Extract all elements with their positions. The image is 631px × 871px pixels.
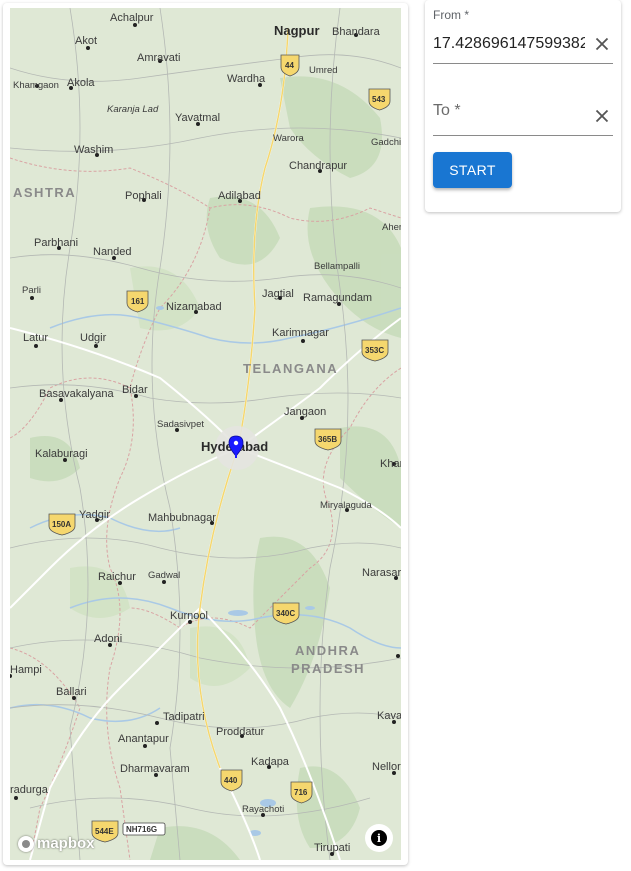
to-field-label: To * <box>433 102 461 119</box>
city-label: Ramagundam <box>303 292 372 304</box>
city-label: Narasar <box>362 567 401 579</box>
city-label: Aher <box>382 222 401 233</box>
city-label: Anantapur <box>118 733 169 745</box>
region-label-telangana: TELANGANA <box>243 361 338 376</box>
mapbox-logo[interactable]: mapbox <box>18 835 95 852</box>
city-label: Tirupati <box>314 842 350 854</box>
city-label: Jagtial <box>262 288 294 300</box>
region-label-andhra: ANDHRA <box>295 643 360 658</box>
from-field-label: From * <box>433 8 469 22</box>
city-label: Karimnagar <box>272 327 329 339</box>
city-label: Khamgaon <box>13 80 59 91</box>
city-label: Karanja Lad <box>107 104 159 115</box>
city-label: Nizamabad <box>166 301 222 313</box>
highway-shield: 161 <box>126 290 149 313</box>
highway-shield: 353C <box>361 339 389 362</box>
mapbox-logo-icon <box>18 835 34 852</box>
svg-text:161: 161 <box>131 297 145 306</box>
svg-text:543: 543 <box>372 95 386 104</box>
city-label: Warora <box>273 133 305 144</box>
mapbox-logo-text: mapbox <box>37 835 95 852</box>
region-label-ashtra: ASHTRA <box>13 185 76 200</box>
city-label: Nagpur <box>274 23 320 38</box>
city-label: Achalpur <box>110 12 154 24</box>
city-label: Ballari <box>56 686 87 698</box>
city-label: Kadapa <box>251 756 290 768</box>
svg-text:365B: 365B <box>318 435 337 444</box>
region-label-pradesh: PRADESH <box>291 661 365 676</box>
from-input[interactable] <box>433 32 585 56</box>
city-label: Kurnool <box>170 610 208 622</box>
city-label: Washim <box>74 144 113 156</box>
city-label: Bidar <box>122 384 148 396</box>
city-label: Bhandara <box>332 26 381 38</box>
city-label: Khan <box>380 458 401 470</box>
svg-text:44: 44 <box>285 61 294 70</box>
city-label: Chandrapur <box>289 160 347 172</box>
city-label: radurga <box>10 784 49 796</box>
city-label: Yadgir <box>79 509 110 521</box>
city-label: Jangaon <box>284 406 326 418</box>
city-label: Amravati <box>137 52 180 64</box>
city-label: Rayachoti <box>242 804 284 815</box>
city-label: Umred <box>309 65 338 76</box>
from-field[interactable]: From * <box>433 0 613 64</box>
highway-shield: 340C <box>272 602 300 625</box>
highway-shield: 44 <box>280 54 300 77</box>
city-label: Latur <box>23 332 48 344</box>
svg-text:544E: 544E <box>95 827 114 836</box>
highway-shield: 150A <box>48 513 76 536</box>
to-field[interactable]: To * <box>433 82 613 136</box>
highway-label: NH716G <box>122 822 166 836</box>
route-form-card: From * To * START <box>425 0 621 212</box>
city-label: Hampi <box>10 664 42 676</box>
attribution-info-button[interactable]: i <box>365 824 393 852</box>
from-field-underline <box>433 63 613 64</box>
city-label: Gadwal <box>148 570 180 581</box>
city-label: Miryalaguda <box>320 500 372 511</box>
city-label: Tadipatri <box>163 711 205 723</box>
svg-text:440: 440 <box>224 776 238 785</box>
city-label: Proddatur <box>216 726 265 738</box>
to-field-underline <box>433 135 613 136</box>
city-label: Bellampalli <box>314 261 360 272</box>
city-label: Udgir <box>80 332 107 344</box>
svg-text:353C: 353C <box>365 346 384 355</box>
svg-text:150A: 150A <box>52 520 71 529</box>
city-label: Mahbubnagar <box>148 512 216 524</box>
city-label: Wardha <box>227 73 266 85</box>
highway-shield: 716 <box>290 781 313 804</box>
city-label: Basavakalyana <box>39 388 114 400</box>
city-label: Sadasivpet <box>157 419 204 430</box>
highway-shield: 440 <box>220 769 243 792</box>
highway-shield: 543 <box>368 88 391 111</box>
svg-text:716: 716 <box>294 788 308 797</box>
city-label: Dharmavaram <box>120 763 190 775</box>
city-label: Akola <box>67 77 95 89</box>
city-label: Akot <box>75 35 97 47</box>
city-label: Nellor <box>372 761 401 773</box>
city-label: Adoni <box>94 633 122 645</box>
highway-shield: 544E <box>91 820 119 843</box>
city-label: Nanded <box>93 246 132 258</box>
map-view[interactable]: ASHTRA TELANGANA ANDHRA PRADESH Achalpur… <box>10 8 401 860</box>
city-label: Yavatmal <box>175 112 220 124</box>
city-label: Parli <box>22 285 41 296</box>
city-label: Kava <box>377 710 401 722</box>
svg-text:NH716G: NH716G <box>126 825 157 834</box>
map-canvas[interactable]: ASHTRA TELANGANA ANDHRA PRADESH Achalpur… <box>10 8 401 860</box>
city-label: Gadchi <box>371 137 401 148</box>
clear-to-icon[interactable] <box>591 105 613 127</box>
map-card: ASHTRA TELANGANA ANDHRA PRADESH Achalpur… <box>3 3 408 865</box>
city-label: Pophali <box>125 190 162 202</box>
clear-from-icon[interactable] <box>591 33 613 55</box>
svg-text:340C: 340C <box>276 609 295 618</box>
city-label: Raichur <box>98 571 136 583</box>
city-label: Kalaburagi <box>35 448 88 460</box>
city-label: Adilabad <box>218 190 261 202</box>
start-button[interactable]: START <box>433 152 512 188</box>
highway-shield: 365B <box>314 428 342 451</box>
info-icon: i <box>371 830 387 846</box>
city-label: Parbhani <box>34 237 78 249</box>
